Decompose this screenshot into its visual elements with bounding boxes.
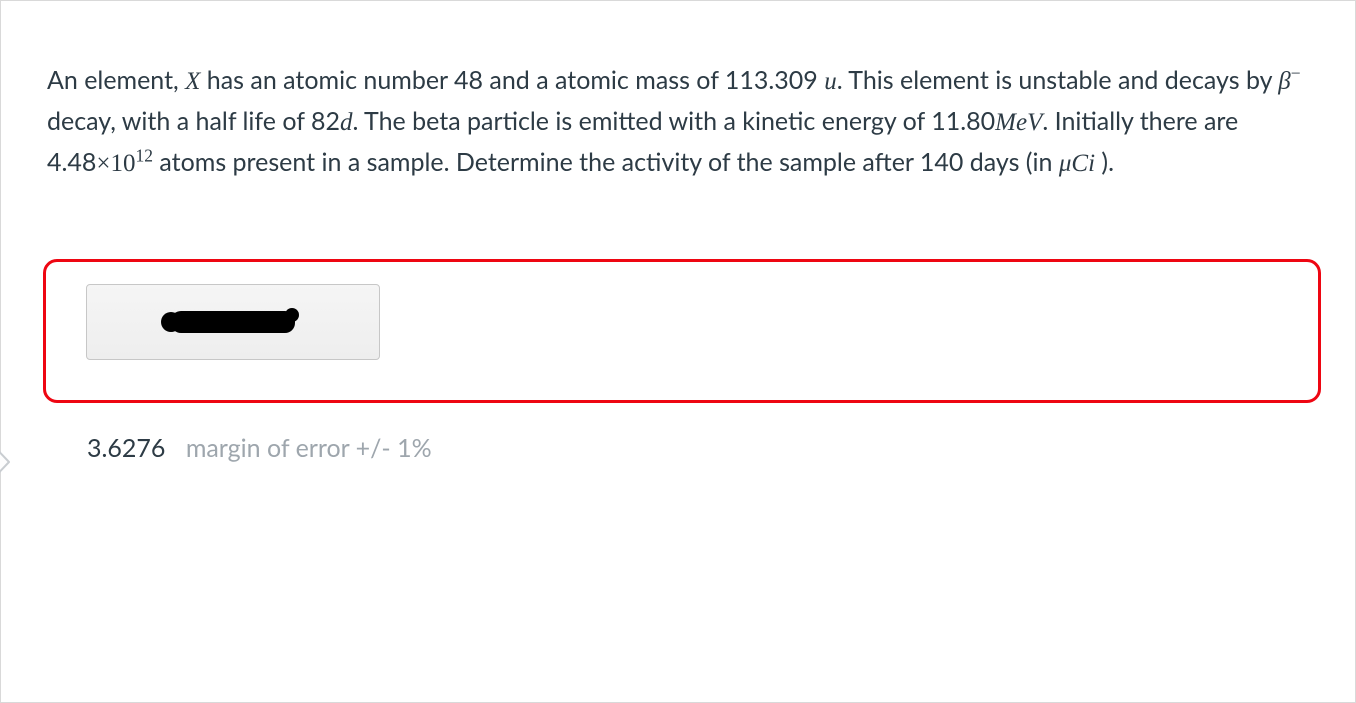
answer-input[interactable] — [86, 284, 380, 360]
beta-minus: − — [1291, 63, 1301, 83]
correct-answer-value: 3.6276 — [87, 433, 165, 463]
unit-u: u — [824, 68, 837, 95]
unit-C: C — [1071, 150, 1088, 177]
times-sign: × — [96, 150, 110, 177]
beta: β — [1278, 68, 1290, 95]
margin-of-error: margin of error +/- 1% — [186, 433, 432, 463]
answer-area: 3.6276 margin of error +/- 1% — [1, 259, 1355, 463]
text-seg: . This element is unstable and decays by — [837, 65, 1279, 95]
question-text: An element, X has an atomic number 48 an… — [1, 1, 1355, 213]
incorrect-indicator-icon — [0, 341, 3, 381]
unit-e: e — [1016, 109, 1027, 136]
text-seg: ). — [1095, 147, 1114, 177]
unit-mu: μ — [1059, 150, 1072, 177]
question-card: An element, X has an atomic number 48 an… — [0, 0, 1356, 703]
correct-answer-indicator-icon — [0, 437, 13, 487]
text-seg: . The beta particle is emitted with a ki… — [352, 106, 995, 136]
exponent: 12 — [136, 145, 154, 165]
answer-box-incorrect — [43, 259, 1321, 403]
text-seg: An element, — [47, 65, 185, 95]
correct-answer-row: 3.6276 margin of error +/- 1% — [87, 433, 1355, 463]
redacted-answer — [171, 311, 295, 333]
text-seg: atoms present in a sample. Determine the… — [153, 147, 1059, 177]
text-seg: decay, with a half life of 82 — [47, 106, 340, 136]
unit-d: d — [340, 109, 353, 136]
unit-i: i — [1088, 150, 1095, 177]
text-seg: has an atomic number 48 and a atomic mas… — [200, 65, 824, 95]
unit-M: M — [995, 109, 1016, 136]
unit-V: V — [1027, 109, 1042, 136]
var-X: X — [185, 68, 200, 95]
base-ten: 10 — [111, 150, 136, 177]
